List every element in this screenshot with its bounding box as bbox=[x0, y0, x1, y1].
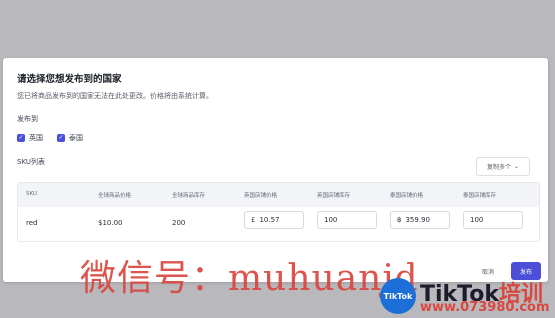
checkmark-icon: ✓ bbox=[17, 134, 25, 142]
sku-list-label: SKU列表 bbox=[17, 158, 45, 166]
dialog-subtitle: 您已将商品发布到的国家无法在此处更改。价格将由系统计算。 bbox=[17, 92, 213, 100]
uk-price-value: 10.57 bbox=[259, 216, 280, 224]
watermark-url: www.073980.com bbox=[420, 300, 550, 315]
table-header: SKU 全球商品价格 全球商品库存 英国店铺价格 英国店铺库存 泰国店铺价格 泰… bbox=[18, 183, 539, 207]
copy-multiple-dropdown[interactable]: 复制多个 ⌄ bbox=[476, 157, 530, 176]
wechat-watermark: 微信号：muhuanjd bbox=[80, 258, 419, 299]
uk-price-input[interactable]: £ 10.57 bbox=[244, 211, 304, 229]
header-sku: SKU bbox=[26, 191, 37, 197]
header-uk-stock: 英国店铺库存 bbox=[317, 193, 351, 199]
dialog-title: 请选择您想发布到的国家 bbox=[17, 74, 122, 85]
chevron-down-icon: ⌄ bbox=[513, 163, 520, 170]
uk-stock-value: 100 bbox=[324, 216, 338, 224]
th-price-input[interactable]: ฿ 359.90 bbox=[390, 211, 450, 229]
checkbox-uk[interactable]: ✓ 英国 bbox=[17, 133, 43, 143]
header-th-stock: 泰国店铺库存 bbox=[463, 193, 497, 199]
checkbox-thailand-label: 泰国 bbox=[69, 134, 83, 142]
checkmark-icon: ✓ bbox=[57, 134, 65, 142]
th-stock-value: 100 bbox=[470, 216, 484, 224]
th-stock-input[interactable]: 100 bbox=[463, 211, 523, 229]
copy-multiple-label: 复制多个 bbox=[486, 164, 511, 171]
currency-pound: £ bbox=[251, 216, 256, 224]
sku-table: SKU 全球商品价格 全球商品库存 英国店铺价格 英国店铺库存 泰国店铺价格 泰… bbox=[17, 182, 540, 242]
currency-baht: ฿ bbox=[397, 216, 402, 224]
cell-global-stock: 200 bbox=[172, 219, 186, 227]
country-checkbox-group: ✓ 英国 ✓ 泰国 bbox=[17, 133, 83, 143]
uk-stock-input[interactable]: 100 bbox=[317, 211, 377, 229]
checkbox-thailand[interactable]: ✓ 泰国 bbox=[57, 133, 83, 143]
header-th-price: 泰国店铺价格 bbox=[390, 193, 424, 199]
th-price-value: 359.90 bbox=[405, 216, 430, 224]
cell-sku: red bbox=[26, 219, 38, 227]
checkbox-uk-label: 英国 bbox=[29, 134, 43, 142]
cell-global-price: $10.00 bbox=[98, 219, 123, 227]
header-global-price: 全球商品价格 bbox=[98, 193, 132, 199]
publish-to-label: 发布到 bbox=[17, 115, 38, 123]
header-uk-price: 英国店铺价格 bbox=[244, 193, 278, 199]
tiktok-logo-icon: TikTok bbox=[380, 278, 416, 314]
header-global-stock: 全球商品库存 bbox=[172, 193, 206, 199]
